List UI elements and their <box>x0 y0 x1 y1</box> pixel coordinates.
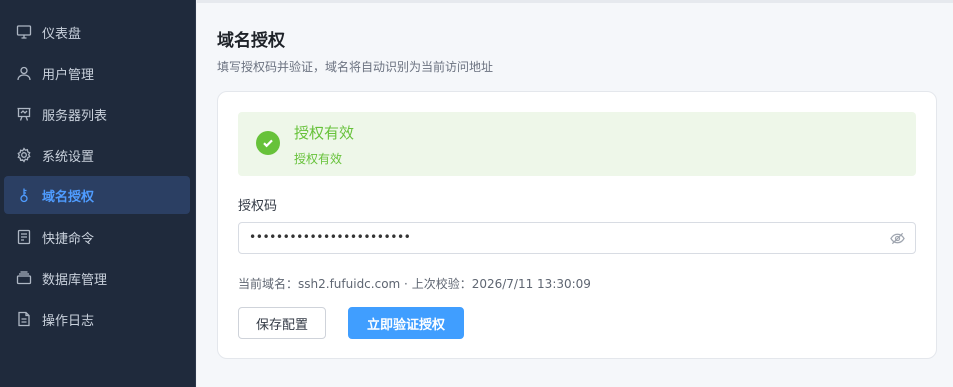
sidebar-item-database[interactable]: 数据库管理 <box>4 259 190 297</box>
status-description: 授权有效 <box>294 152 343 166</box>
database-icon <box>16 270 32 286</box>
sidebar-item-domain-auth[interactable]: 域名授权 <box>4 176 190 214</box>
key-icon <box>16 187 32 203</box>
sidebar-item-label: 用户管理 <box>42 67 95 83</box>
sidebar-item-servers[interactable]: 服务器列表 <box>4 95 190 133</box>
page-title: 域名授权 <box>217 31 285 51</box>
page-description: 填写授权码并验证，域名将自动识别为当前访问地址 <box>217 60 494 74</box>
verify-license-button[interactable]: 立即验证授权 <box>348 307 464 339</box>
license-code-label: 授权码 <box>238 199 278 214</box>
sidebar-item-logs[interactable]: 操作日志 <box>4 300 190 338</box>
main-content: 域名授权 填写授权码并验证，域名将自动识别为当前访问地址 授权有效 授权有效 授… <box>197 0 953 387</box>
meta-separator: · <box>400 277 412 291</box>
sidebar-item-label: 数据库管理 <box>42 272 108 288</box>
sidebar-item-label: 服务器列表 <box>42 108 108 124</box>
sidebar-item-dashboard[interactable]: 仪表盘 <box>4 13 190 51</box>
sidebar-item-label: 快捷命令 <box>42 231 95 247</box>
log-icon <box>16 311 32 327</box>
license-code-input[interactable]: •••••••••••••••••••••••• <box>238 222 916 254</box>
gear-icon <box>16 147 32 163</box>
sidebar-item-label: 域名授权 <box>42 189 95 205</box>
status-alert: 授权有效 授权有效 <box>238 112 916 176</box>
meta-check-value: 2026/7/11 13:30:09 <box>471 277 591 291</box>
meta-domain-label: 当前域名： <box>238 277 299 291</box>
document-icon <box>16 229 32 245</box>
sidebar-item-quick-commands[interactable]: 快捷命令 <box>4 218 190 256</box>
sidebar-item-settings[interactable]: 系统设置 <box>4 136 190 174</box>
meta-domain-value: ssh2.fufuidc.com <box>298 277 401 291</box>
sidebar: 仪表盘 用户管理 服务器列表 系统设置 域名授权 快捷命令 数据库管理 操作日志 <box>0 0 196 387</box>
sidebar-item-label: 操作日志 <box>42 313 95 329</box>
save-config-button[interactable]: 保存配置 <box>238 307 326 339</box>
license-meta: 当前域名：ssh2.fufuidc.com · 上次校验：2026/7/11 1… <box>238 275 591 292</box>
server-icon <box>16 106 32 122</box>
status-title: 授权有效 <box>294 124 355 142</box>
license-code-value: •••••••••••••••••••••••• <box>249 230 411 244</box>
monitor-icon <box>16 24 32 40</box>
license-card: 授权有效 授权有效 授权码 •••••••••••••••••••••••• 当… <box>217 91 937 359</box>
user-icon <box>16 65 32 81</box>
check-circle-icon <box>256 131 280 155</box>
sidebar-item-users[interactable]: 用户管理 <box>4 54 190 92</box>
eye-off-icon[interactable] <box>890 231 905 246</box>
meta-check-label: 上次校验： <box>411 277 472 291</box>
sidebar-item-label: 仪表盘 <box>42 26 82 42</box>
sidebar-item-label: 系统设置 <box>42 149 95 165</box>
